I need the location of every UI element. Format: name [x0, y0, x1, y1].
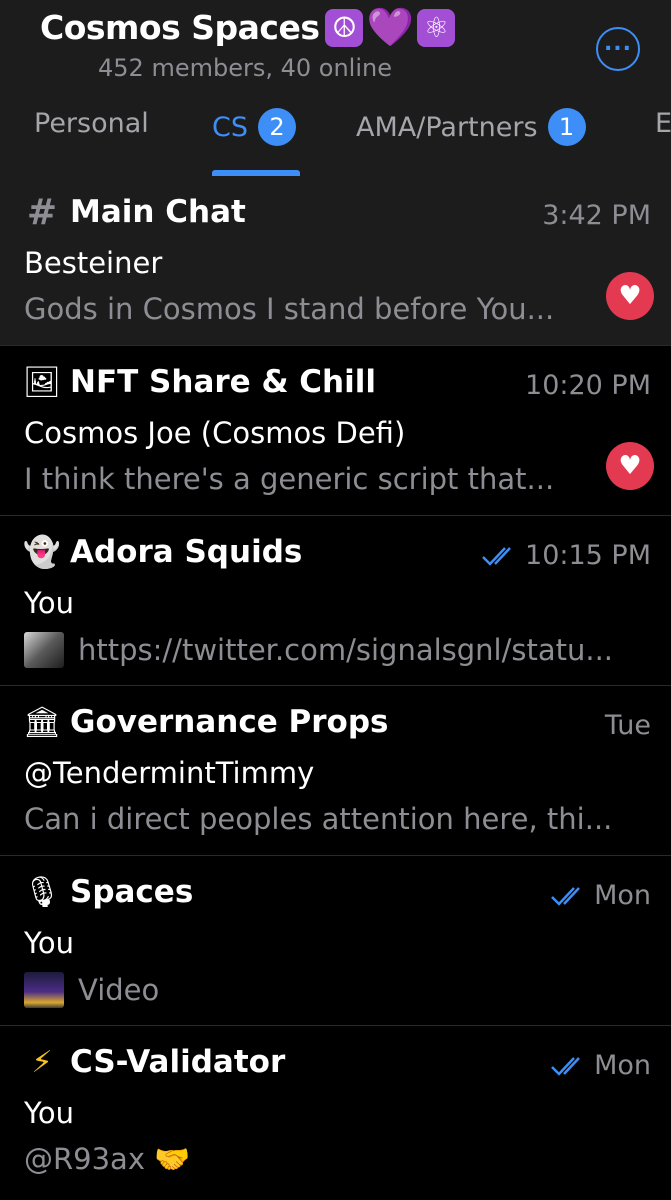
chat-preview: Gods in Cosmos I stand before You...	[24, 292, 554, 326]
chat-preview: I think there's a generic script that...	[24, 462, 554, 496]
squid-emoji-icon: 👻	[23, 534, 61, 570]
chat-time: Tue	[604, 710, 651, 741]
preview-text: https://twitter.com/signalsgnl/statu...	[78, 633, 614, 667]
preview-text: Can i direct peoples attention here, thi…	[24, 802, 613, 836]
tab-partial[interactable]: E	[655, 108, 671, 139]
chat-name: CS-Validator	[70, 1044, 286, 1080]
group-title-row[interactable]: Cosmos Spaces ☮ 💜 ⚛	[40, 5, 456, 49]
chat-preview: Can i direct peoples attention here, thi…	[24, 802, 612, 836]
double-check-icon	[550, 1055, 590, 1077]
chat-name: Adora Squids	[70, 534, 303, 570]
double-check-icon	[550, 885, 590, 907]
chat-preview: https://twitter.com/signalsgnl/statu...	[24, 632, 613, 668]
chat-name: Main Chat	[70, 194, 246, 230]
peace-emoji-icon: ☮	[325, 8, 364, 47]
chat-time: 3:42 PM	[542, 200, 651, 231]
group-title: Cosmos Spaces	[40, 8, 320, 47]
chat-item-main-chat[interactable]: # Main Chat 3:42 PM Besteiner Gods in Co…	[0, 176, 671, 346]
chat-name: Governance Props	[70, 704, 389, 740]
chat-time: 10:15 PM	[525, 540, 651, 571]
video-thumbnail	[24, 972, 64, 1008]
chat-item-governance-props[interactable]: 🏛 Governance Props Tue @TendermintTimmy …	[0, 686, 671, 856]
link-thumbnail	[24, 632, 64, 668]
unread-badge: 1	[547, 108, 586, 146]
heart-reaction-icon[interactable]: ♥	[606, 442, 654, 490]
chat-item-spaces[interactable]: 🎙 Spaces Mon You Video	[0, 856, 671, 1026]
nft-emoji-icon: 🖼	[22, 364, 62, 400]
unread-badge: 2	[258, 108, 296, 146]
lightning-emoji-icon: ⚡	[31, 1044, 53, 1080]
chat-name-row: ⚡ CS-Validator	[24, 1044, 285, 1080]
chat-time-row: 10:15 PM	[481, 540, 651, 571]
chat-name-row: # Main Chat	[24, 191, 246, 233]
chat-sender: You	[24, 586, 74, 620]
chat-time-row: Mon	[550, 880, 651, 911]
preview-text: @R93ax 🤝	[24, 1142, 191, 1176]
chat-sender: Besteiner	[24, 246, 163, 280]
tab-ama-partners[interactable]: AMA/Partners 1	[356, 108, 586, 146]
preview-text: Gods in Cosmos I stand before You...	[24, 292, 555, 326]
bank-emoji-icon: 🏛	[22, 704, 62, 740]
tab-label: AMA/Partners	[356, 111, 538, 143]
chat-name-row: 🏛 Governance Props	[22, 704, 389, 740]
folder-tabs: Personal CS 2 AMA/Partners 1 E	[0, 100, 671, 176]
chat-time: 10:20 PM	[525, 370, 651, 401]
chat-item-nft-share-chill[interactable]: 🖼 NFT Share & Chill 10:20 PM Cosmos Joe …	[0, 346, 671, 516]
preview-text: I think there's a generic script that...	[24, 462, 555, 496]
chat-sender: Cosmos Joe (Cosmos Defi)	[24, 416, 406, 450]
member-count: 452 members, 40 online	[98, 54, 392, 82]
chat-sender: @TendermintTimmy	[24, 756, 315, 790]
chat-name-row: 👻 Adora Squids	[23, 534, 303, 570]
chat-name: NFT Share & Chill	[70, 364, 377, 400]
heart-reaction-icon[interactable]: ♥	[606, 272, 654, 320]
more-options-button[interactable]: ...	[596, 27, 640, 71]
chat-preview: @R93ax 🤝	[24, 1142, 190, 1177]
chat-header: Cosmos Spaces ☮ 💜 ⚛ 452 members, 40 onli…	[0, 0, 671, 176]
chat-name-row: 🖼 NFT Share & Chill	[22, 364, 377, 400]
chat-sender: You	[24, 1096, 74, 1130]
chat-preview: Video	[24, 972, 159, 1008]
chat-name-row: 🎙 Spaces	[22, 874, 194, 910]
chat-item-cs-validator[interactable]: ⚡ CS-Validator Mon You @R93ax 🤝	[0, 1026, 671, 1196]
tab-personal[interactable]: Personal	[34, 108, 149, 139]
tab-label: E	[655, 108, 671, 139]
microphone-emoji-icon: 🎙	[22, 874, 62, 910]
atom-emoji-icon: ⚛	[417, 8, 456, 47]
purple-heart-emoji-icon: 💜	[366, 5, 415, 49]
chat-item-adora-squids[interactable]: 👻 Adora Squids 10:15 PM You https://twit…	[0, 516, 671, 686]
chat-name: Spaces	[70, 874, 194, 910]
hash-icon: #	[26, 191, 58, 233]
chat-time: Mon	[594, 880, 651, 911]
chat-time-row: Mon	[550, 1050, 651, 1081]
tab-label: Personal	[34, 108, 149, 139]
chat-sender: You	[24, 926, 74, 960]
tab-label: CS	[212, 111, 248, 143]
tab-cs[interactable]: CS 2	[212, 108, 296, 146]
chat-time: Mon	[594, 1050, 651, 1081]
chat-list: # Main Chat 3:42 PM Besteiner Gods in Co…	[0, 176, 671, 1196]
preview-text: Video	[78, 973, 160, 1007]
ellipsis-icon: ...	[603, 31, 633, 56]
double-check-icon	[481, 545, 521, 567]
